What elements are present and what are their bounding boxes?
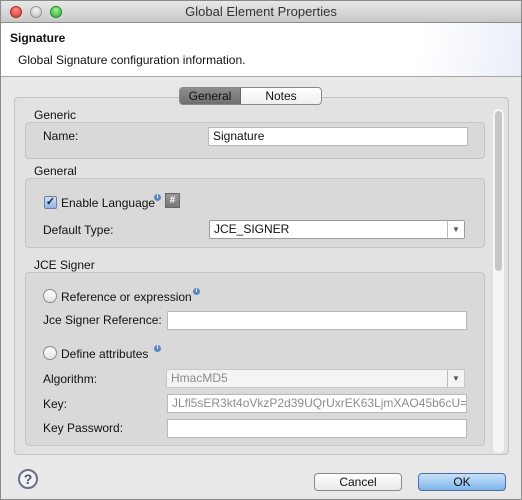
enable-language-label: Enable Language: [61, 196, 156, 210]
dialog-header: Signature Global Signature configuration…: [1, 23, 521, 77]
hash-expression-button[interactable]: #: [165, 193, 180, 208]
define-attributes-radio[interactable]: [43, 346, 57, 360]
algorithm-select[interactable]: HmacMD5 ▼: [166, 369, 465, 388]
reference-input[interactable]: [167, 311, 467, 330]
chevron-down-icon: ▼: [447, 370, 464, 387]
window-title: Global Element Properties: [185, 4, 337, 19]
maximize-button[interactable]: [50, 6, 62, 18]
ok-button[interactable]: OK: [418, 473, 506, 491]
close-button[interactable]: [10, 6, 22, 18]
default-type-select[interactable]: JCE_SIGNER ▼: [209, 220, 465, 239]
title-bar: Global Element Properties: [1, 1, 521, 23]
reference-label: Jce Signer Reference:: [43, 313, 162, 327]
tab-bar: General Notes: [179, 87, 322, 105]
scrollbar-thumb[interactable]: [495, 111, 502, 271]
tab-notes[interactable]: Notes: [241, 88, 321, 104]
info-icon: i: [154, 345, 161, 352]
name-label: Name:: [43, 129, 79, 143]
cancel-button[interactable]: Cancel: [314, 473, 402, 491]
minimize-button[interactable]: [30, 6, 42, 18]
help-icon[interactable]: ?: [18, 469, 38, 489]
algorithm-label: Algorithm:: [43, 372, 98, 386]
algorithm-value: HmacMD5: [171, 371, 228, 385]
default-type-value: JCE_SIGNER: [214, 222, 290, 236]
header-description: Global Signature configuration informati…: [18, 53, 246, 67]
group-label-jce-signer: JCE Signer: [34, 258, 95, 272]
define-attributes-label: Define attributes: [61, 347, 149, 361]
default-type-label: Default Type:: [43, 223, 114, 237]
group-label-generic: Generic: [34, 108, 77, 122]
enable-language-checkbox[interactable]: ✓: [44, 196, 57, 209]
name-input[interactable]: Signature: [208, 127, 468, 146]
reference-radio[interactable]: [43, 289, 57, 303]
group-label-general: General: [34, 164, 77, 178]
info-icon: i: [154, 194, 161, 201]
key-label: Key:: [43, 397, 68, 411]
info-icon: i: [193, 288, 200, 295]
key-input[interactable]: JLfl5sER3kt4oVkzP2d39UQrUxrEK63LjmXAO45b…: [167, 394, 467, 413]
header-title: Signature: [10, 31, 66, 45]
key-password-label: Key Password:: [43, 421, 124, 435]
key-password-input[interactable]: [167, 419, 467, 438]
tab-general[interactable]: General: [180, 88, 241, 104]
reference-radio-label: Reference or expression: [61, 290, 192, 304]
chevron-down-icon: ▼: [447, 221, 464, 238]
